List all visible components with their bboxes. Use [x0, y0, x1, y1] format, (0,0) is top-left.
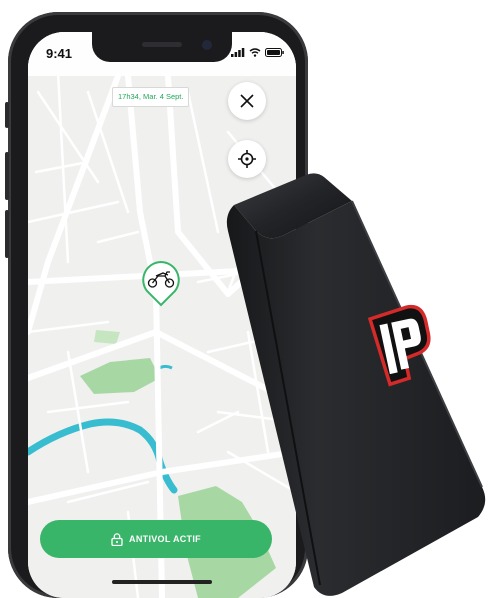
- vehicle-marker[interactable]: [141, 260, 181, 310]
- antitheft-label: ANTIVOL ACTIF: [129, 534, 201, 544]
- battery-icon: [265, 48, 284, 57]
- status-icons: [231, 48, 284, 57]
- speaker-grille: [142, 42, 182, 47]
- status-time: 9:41: [46, 46, 73, 61]
- location-timestamp: 17h34, Mar. 4 Sept.: [112, 87, 190, 107]
- status-bar: 9:41: [28, 32, 296, 76]
- home-indicator: [112, 580, 212, 584]
- close-button[interactable]: [228, 82, 266, 120]
- signal-icon: [231, 48, 245, 57]
- front-camera: [202, 40, 212, 50]
- volume-up-button: [5, 152, 9, 200]
- close-icon: [240, 94, 254, 108]
- wifi-icon: [249, 48, 261, 57]
- mute-switch: [5, 102, 9, 128]
- volume-down-button: [5, 210, 9, 258]
- notch: [92, 32, 232, 62]
- gps-tracker-device: [226, 173, 486, 596]
- lock-icon: [111, 532, 123, 546]
